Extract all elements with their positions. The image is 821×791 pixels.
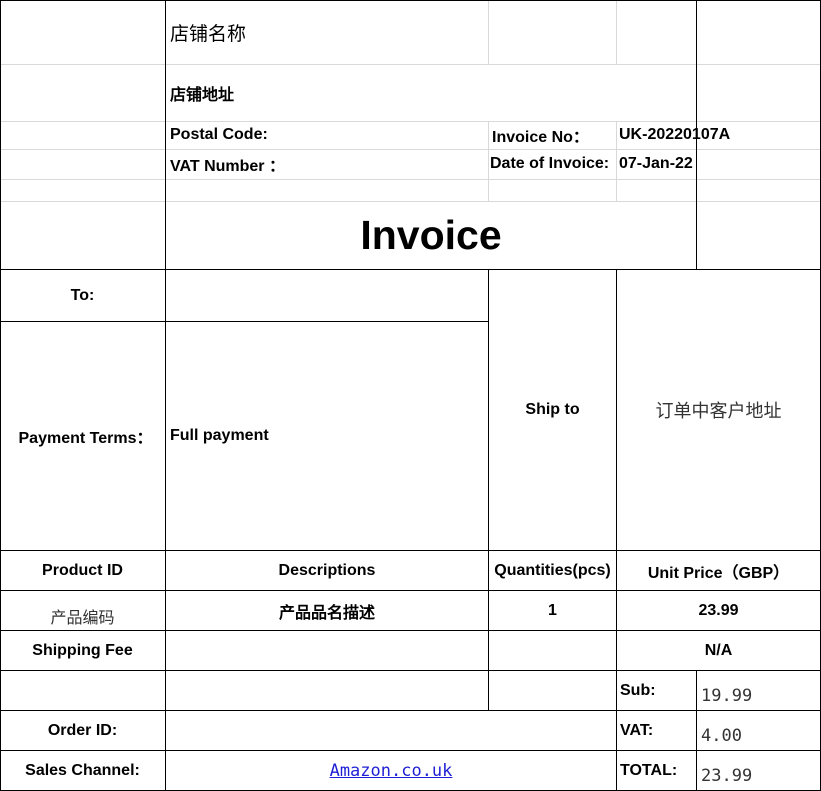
vat-number-label: VAT Number ： bbox=[170, 158, 285, 175]
total-value: 23.99 bbox=[701, 765, 753, 786]
sub-label: Sub: bbox=[620, 681, 656, 699]
ship-to-address: 订单中客户地址 bbox=[655, 401, 782, 422]
description-value: 产品品名描述 bbox=[278, 604, 375, 622]
sub-value: 19.99 bbox=[701, 685, 753, 706]
to-label: To: bbox=[70, 286, 95, 304]
sales-channel-label: Sales Channel: bbox=[25, 761, 140, 779]
vat-value: 4.00 bbox=[701, 725, 742, 746]
invoice-no-label: Invoice No： bbox=[492, 129, 589, 146]
header-unit-price: Unit Price（GBP） bbox=[647, 564, 790, 582]
payment-terms-value: Full payment bbox=[170, 427, 269, 444]
date-value: 07-Jan-22 bbox=[619, 155, 693, 172]
invoice-no-value: UK-20220107A bbox=[619, 126, 731, 143]
border-shipping-bottom bbox=[0, 670, 821, 671]
shipping-fee-value: N/A bbox=[704, 641, 733, 659]
header-product-id: Product ID bbox=[42, 561, 123, 579]
gridline bbox=[0, 179, 821, 180]
shop-name: 店铺名称 bbox=[170, 22, 247, 45]
sales-channel-link[interactable]: Amazon.co.uk bbox=[330, 761, 453, 781]
total-label: TOTAL: bbox=[620, 761, 678, 779]
gridline bbox=[488, 0, 489, 64]
ship-to-label: Ship to bbox=[525, 401, 580, 418]
product-id-value: 产品编码 bbox=[50, 609, 115, 627]
shipping-fee-label: Shipping Fee bbox=[32, 641, 133, 659]
unit-price-value: 23.99 bbox=[698, 601, 739, 619]
vat-label: VAT: bbox=[620, 721, 654, 739]
quantity-value: 1 bbox=[548, 601, 557, 619]
gridline bbox=[616, 0, 617, 64]
page-title: Invoice bbox=[360, 212, 502, 258]
header-descriptions: Descriptions bbox=[278, 561, 376, 579]
postal-code-label: Postal Code: bbox=[170, 126, 268, 143]
header-quantities: Quantities(pcs) bbox=[494, 561, 611, 579]
date-label: Date of Invoice: bbox=[490, 155, 610, 172]
order-id-label: Order ID: bbox=[47, 721, 118, 739]
payment-terms-label: Payment Terms： bbox=[18, 430, 153, 447]
shop-address: 店铺地址 bbox=[170, 86, 235, 104]
invoice-sheet: 店铺名称 店铺地址 Postal Code: VAT Number ： Invo… bbox=[0, 0, 821, 791]
